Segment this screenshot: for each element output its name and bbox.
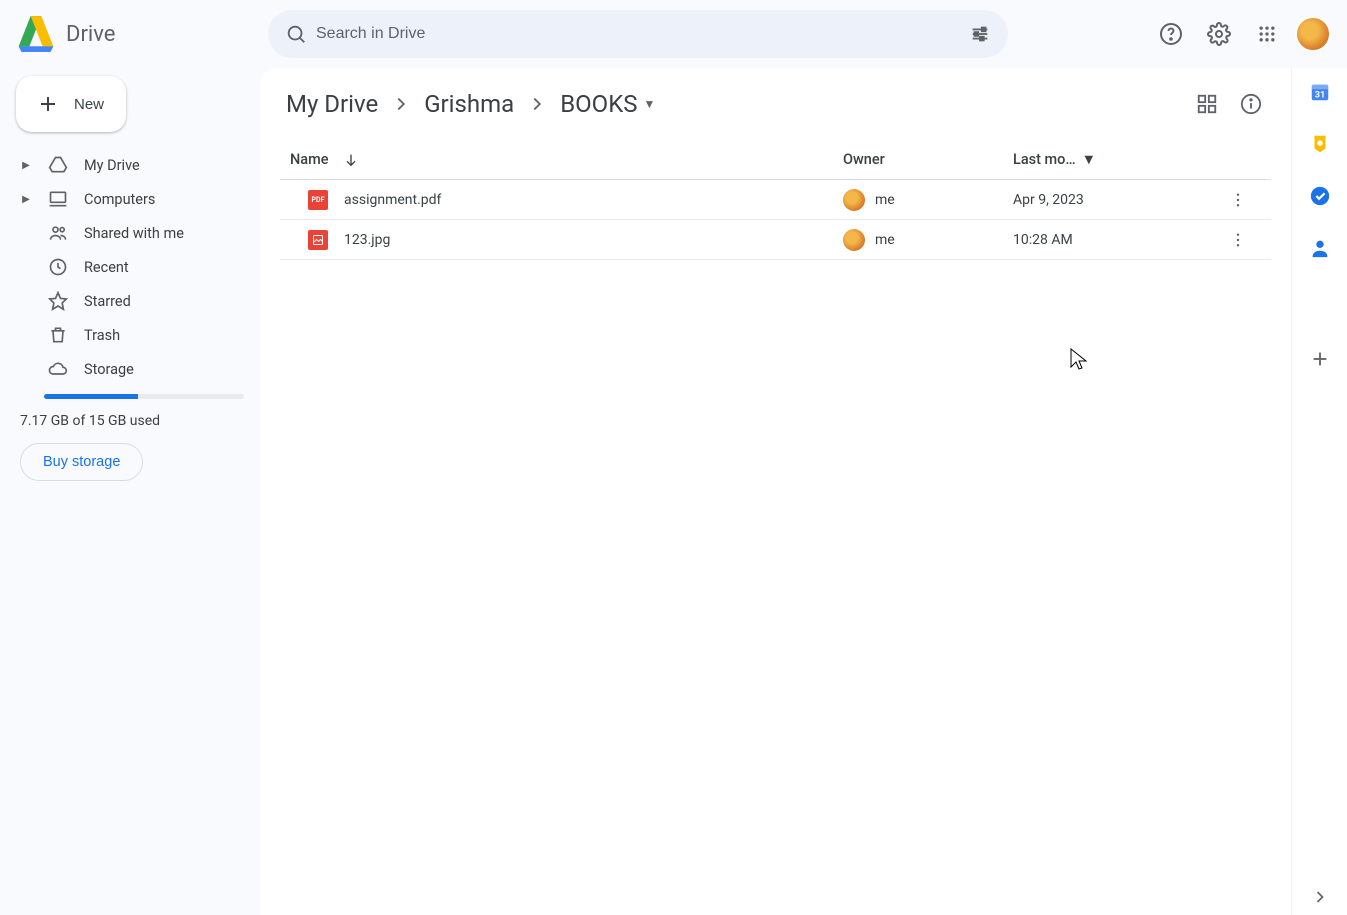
- sidebar-item-label: Recent: [84, 259, 129, 276]
- breadcrumb-row: My Drive Grishma BOOKS ▼: [280, 76, 1271, 140]
- file-owner: me: [875, 192, 895, 208]
- sidebar: New ▶ My Drive ▶ Computers: [0, 68, 260, 915]
- breadcrumb-item[interactable]: Grishma: [418, 88, 520, 120]
- column-lastmod-label: Last mo…: [1013, 151, 1076, 168]
- grid-view-icon[interactable]: [1187, 84, 1227, 124]
- pdf-icon: PDF: [308, 190, 328, 210]
- more-options-icon[interactable]: [1213, 231, 1263, 249]
- column-name-label: Name: [290, 151, 329, 168]
- sort-desc-icon: [343, 152, 359, 168]
- image-icon: [308, 230, 328, 250]
- cloud-icon: [48, 359, 68, 379]
- new-button[interactable]: New: [16, 76, 126, 132]
- breadcrumb-current[interactable]: BOOKS ▼: [554, 88, 661, 120]
- tasks-app-icon[interactable]: [1308, 184, 1332, 208]
- sidebar-item-trash[interactable]: Trash: [16, 318, 244, 352]
- people-icon: [48, 223, 68, 243]
- cursor-icon: [1070, 348, 1088, 372]
- sidebar-item-computers[interactable]: ▶ Computers: [16, 182, 244, 216]
- sidebar-item-label: Trash: [84, 327, 120, 344]
- collapse-panel-icon[interactable]: [1310, 887, 1330, 907]
- sidebar-item-label: Shared with me: [84, 225, 184, 242]
- chevron-right-icon: ▶: [20, 194, 32, 205]
- storage-text: 7.17 GB of 15 GB used: [20, 413, 244, 429]
- column-name[interactable]: Name: [288, 151, 843, 168]
- info-icon[interactable]: [1231, 84, 1271, 124]
- dropdown-icon: ▼: [644, 97, 656, 111]
- new-button-label: New: [74, 96, 104, 113]
- logo-area[interactable]: Drive: [16, 14, 260, 54]
- tune-icon[interactable]: [960, 14, 1000, 54]
- sidebar-item-label: Starred: [84, 293, 131, 310]
- file-owner: me: [875, 232, 895, 248]
- chevron-right-icon: ▶: [20, 160, 32, 171]
- owner-avatar: [843, 189, 865, 211]
- sidebar-item-starred[interactable]: Starred: [16, 284, 244, 318]
- chevron-right-icon: [526, 93, 548, 115]
- header: Drive: [0, 0, 1347, 68]
- computer-icon: [48, 189, 68, 209]
- file-modified: 10:28 AM: [1013, 232, 1213, 248]
- breadcrumb-current-label: BOOKS: [560, 90, 637, 118]
- file-row[interactable]: PDF assignment.pdf me Apr 9, 2023: [280, 180, 1271, 220]
- contacts-app-icon[interactable]: [1308, 236, 1332, 260]
- buy-storage-button[interactable]: Buy storage: [20, 443, 143, 481]
- file-row[interactable]: 123.jpg me 10:28 AM: [280, 220, 1271, 260]
- search-input[interactable]: [316, 25, 960, 43]
- more-options-icon[interactable]: [1213, 191, 1263, 209]
- sidebar-item-label: Computers: [84, 191, 155, 208]
- sidebar-item-storage[interactable]: Storage: [16, 352, 244, 386]
- account-avatar[interactable]: [1295, 16, 1331, 52]
- trash-icon: [48, 325, 68, 345]
- clock-icon: [48, 257, 68, 277]
- file-modified: Apr 9, 2023: [1013, 192, 1213, 208]
- drive-logo-icon: [16, 14, 56, 54]
- calendar-app-icon[interactable]: 31: [1308, 80, 1332, 104]
- star-icon: [48, 291, 68, 311]
- table-header: Name Owner Last mo… ▼: [280, 140, 1271, 180]
- main-content: My Drive Grishma BOOKS ▼ Name: [260, 68, 1291, 915]
- storage-fill: [44, 394, 138, 399]
- breadcrumb: My Drive Grishma BOOKS ▼: [280, 88, 661, 120]
- sidebar-item-label: My Drive: [84, 157, 140, 174]
- chevron-right-icon: [390, 93, 412, 115]
- apps-grid-icon[interactable]: [1247, 14, 1287, 54]
- svg-text:31: 31: [1314, 91, 1325, 101]
- search-bar[interactable]: [268, 10, 1008, 58]
- app-title: Drive: [66, 22, 115, 47]
- file-name: 123.jpg: [344, 232, 390, 248]
- storage-bar: [44, 394, 244, 399]
- file-name: assignment.pdf: [344, 192, 441, 208]
- help-icon[interactable]: [1151, 14, 1191, 54]
- settings-icon[interactable]: [1199, 14, 1239, 54]
- sidebar-item-recent[interactable]: Recent: [16, 250, 244, 284]
- owner-avatar: [843, 229, 865, 251]
- sidebar-item-my-drive[interactable]: ▶ My Drive: [16, 148, 244, 182]
- keep-app-icon[interactable]: [1308, 132, 1332, 156]
- column-owner[interactable]: Owner: [843, 151, 1013, 168]
- header-actions: [1111, 14, 1331, 54]
- dropdown-icon: ▼: [1082, 151, 1096, 168]
- sidebar-item-label: Storage: [84, 361, 134, 378]
- drive-icon: [48, 155, 68, 175]
- search-icon[interactable]: [276, 14, 316, 54]
- add-app-icon[interactable]: [1309, 348, 1331, 370]
- column-last-modified[interactable]: Last mo… ▼: [1013, 151, 1213, 168]
- sidebar-item-shared[interactable]: Shared with me: [16, 216, 244, 250]
- breadcrumb-item[interactable]: My Drive: [280, 88, 384, 120]
- side-panel: 31: [1291, 68, 1347, 915]
